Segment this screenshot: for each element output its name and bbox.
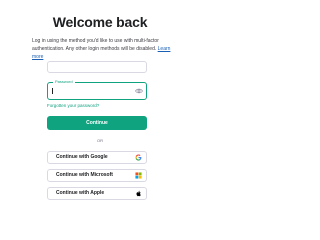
password-label: Password (53, 79, 75, 85)
continue-with-microsoft-button[interactable]: Continue with Microsoft (47, 169, 147, 182)
password-field[interactable]: Password (47, 79, 147, 100)
page-title: Welcome back (52, 14, 148, 30)
forgot-password-link[interactable]: Forgotten your password? (47, 103, 99, 109)
continue-button[interactable]: Continue (47, 116, 147, 130)
login-page: Welcome back Log in using the method you… (0, 0, 200, 200)
google-icon (135, 154, 142, 161)
page-subtitle: Log in using the method you'd like to us… (32, 37, 174, 61)
text-caret (52, 88, 53, 94)
microsoft-icon (135, 172, 142, 179)
microsoft-button-label: Continue with Microsoft (56, 172, 113, 178)
or-divider: OR (97, 138, 103, 143)
continue-with-apple-button[interactable]: Continue with Apple (47, 187, 147, 200)
apple-icon (136, 190, 141, 197)
email-field[interactable] (47, 61, 147, 73)
google-button-label: Continue with Google (56, 154, 108, 160)
eye-icon[interactable] (135, 87, 143, 95)
apple-button-label: Continue with Apple (56, 190, 105, 196)
continue-with-google-button[interactable]: Continue with Google (47, 151, 147, 164)
subtitle-text: Log in using the method you'd like to us… (32, 38, 159, 52)
